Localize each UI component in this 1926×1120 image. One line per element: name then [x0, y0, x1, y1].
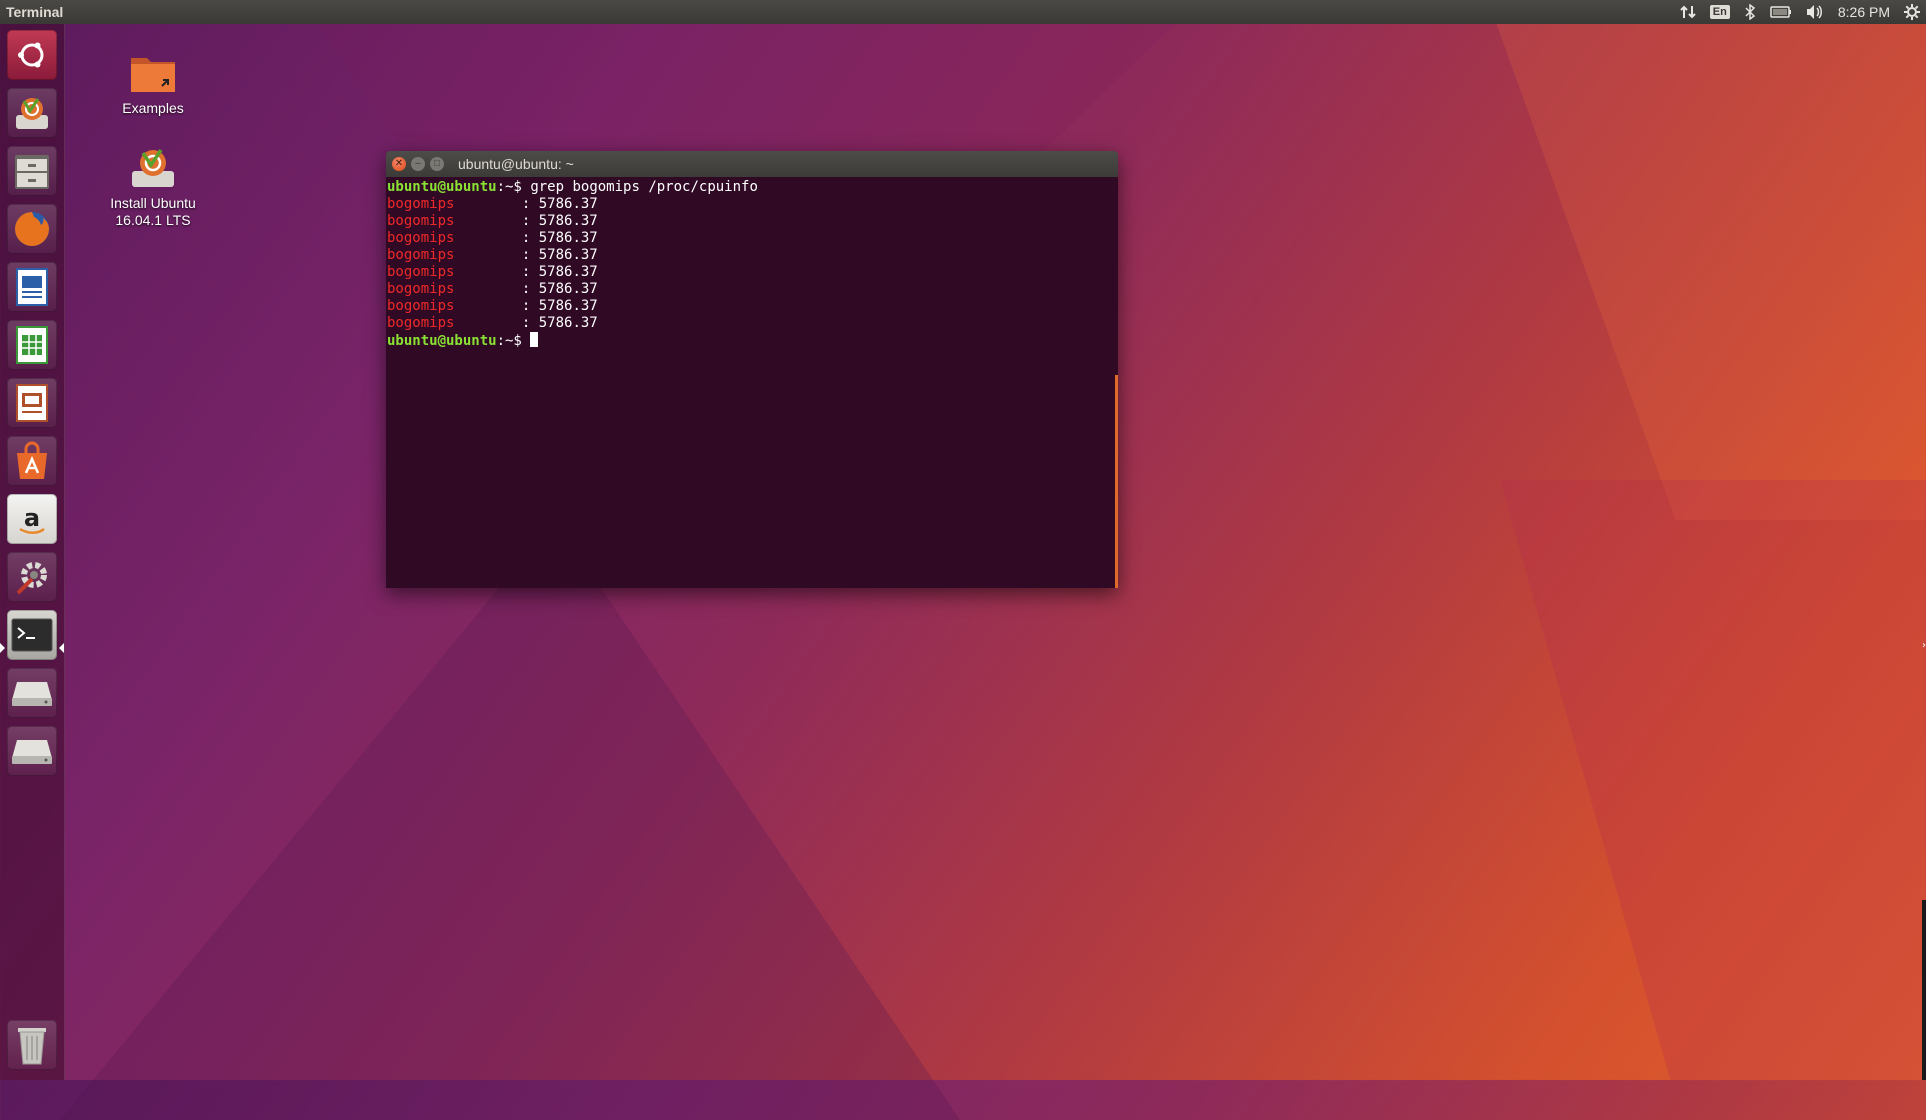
launcher-item-drive-2[interactable]: [7, 726, 57, 776]
launcher-item-terminal[interactable]: [7, 610, 57, 660]
launcher-item-amazon[interactable]: a: [7, 494, 57, 544]
terminal-window[interactable]: ✕ – □ ubuntu@ubuntu: ~ ubuntu@ubuntu:~$ …: [386, 151, 1118, 588]
launcher-item-software-center[interactable]: [7, 436, 57, 486]
grep-match-text: bogomips: [387, 213, 455, 229]
launcher-item-firefox[interactable]: [7, 204, 57, 254]
desktop-icon-label: Examples: [122, 100, 184, 116]
drive-icon: [11, 678, 53, 708]
launcher-focus-indicator: [59, 643, 64, 653]
output-value: : 5786.37: [454, 213, 598, 229]
top-panel: Terminal En 8:26 PM: [0, 0, 1926, 24]
file-cabinet-icon: [13, 151, 51, 191]
prompt-line: ubuntu@ubuntu:~$: [387, 332, 1117, 350]
svg-text:a: a: [24, 504, 40, 532]
output-value: : 5786.37: [454, 264, 598, 280]
gear-icon[interactable]: [1904, 0, 1920, 24]
active-app-title: Terminal: [6, 4, 64, 20]
launcher-item-dash-home[interactable]: [7, 30, 57, 80]
launcher-item-system-settings[interactable]: [7, 552, 57, 602]
folder-icon: [128, 50, 178, 96]
workspace-edge-arrow-icon: ›: [1922, 640, 1926, 651]
output-value: : 5786.37: [454, 247, 598, 263]
maximize-button[interactable]: □: [430, 157, 444, 171]
battery-icon[interactable]: [1770, 0, 1792, 24]
desktop-icon-examples[interactable]: Examples: [93, 50, 213, 117]
desktop-icon-label-version: 16.04.1 LTS: [115, 212, 191, 228]
trash-icon: [16, 1024, 48, 1066]
prompt-user: ubuntu@ubuntu: [387, 179, 497, 195]
grep-match-text: bogomips: [387, 264, 455, 280]
wallpaper-shape: [1500, 480, 1926, 1080]
output-value: : 5786.37: [454, 315, 598, 331]
firefox-icon: [12, 209, 52, 249]
prompt-path: :~$: [496, 333, 522, 349]
output-value: : 5786.37: [454, 298, 598, 314]
libreoffice-calc-icon: [15, 325, 49, 365]
prompt-path: :~$: [496, 179, 522, 195]
minimize-button[interactable]: –: [411, 157, 425, 171]
scrollbar[interactable]: [1115, 375, 1118, 588]
ubuntu-logo-icon: [15, 38, 49, 72]
terminal-output[interactable]: ubuntu@ubuntu:~$ grep bogomips /proc/cpu…: [386, 177, 1118, 352]
launcher-item-trash[interactable]: [7, 1020, 57, 1070]
terminal-icon: [11, 618, 53, 652]
minimize-icon: –: [415, 158, 421, 169]
installer-icon: [12, 93, 52, 133]
output-line: bogomips : 5786.37: [387, 247, 1117, 264]
bluetooth-icon[interactable]: [1744, 0, 1756, 24]
output-line: bogomips : 5786.37: [387, 213, 1117, 230]
indicator-area: En 8:26 PM: [1680, 0, 1920, 24]
wallpaper-shape: [1487, 0, 1926, 520]
ubuntu-software-icon: [12, 441, 52, 481]
installer-icon: [128, 145, 178, 191]
system-settings-icon: [12, 557, 52, 597]
output-line: bogomips : 5786.37: [387, 298, 1117, 315]
launcher-item-writer[interactable]: [7, 262, 57, 312]
output-line: bogomips : 5786.37: [387, 230, 1117, 247]
launcher-item-files[interactable]: [7, 146, 57, 196]
output-value: : 5786.37: [454, 230, 598, 246]
maximize-icon: □: [433, 158, 441, 169]
volume-icon[interactable]: [1806, 0, 1824, 24]
window-title: ubuntu@ubuntu: ~: [458, 156, 574, 172]
launcher-item-impress[interactable]: [7, 378, 57, 428]
output-line: bogomips : 5786.37: [387, 281, 1117, 298]
launcher: a: [0, 24, 65, 1080]
command-line: ubuntu@ubuntu:~$ grep bogomips /proc/cpu…: [387, 179, 1117, 196]
desktop-icon-install-ubuntu[interactable]: Install Ubuntu 16.04.1 LTS: [93, 145, 213, 229]
grep-match-text: bogomips: [387, 315, 455, 331]
output-line: bogomips : 5786.37: [387, 264, 1117, 281]
grep-match-text: bogomips: [387, 230, 455, 246]
grep-match-text: bogomips: [387, 298, 455, 314]
prompt-user: ubuntu@ubuntu: [387, 333, 497, 349]
close-icon: ✕: [394, 158, 404, 169]
clock[interactable]: 8:26 PM: [1838, 0, 1890, 24]
output-value: : 5786.37: [454, 196, 598, 212]
amazon-icon: a: [12, 499, 52, 539]
wallpaper-shape: [60, 520, 960, 1120]
libreoffice-impress-icon: [15, 383, 49, 423]
output-line: bogomips : 5786.37: [387, 315, 1117, 332]
close-button[interactable]: ✕: [392, 157, 406, 171]
drive-icon: [11, 736, 53, 766]
launcher-item-calc[interactable]: [7, 320, 57, 370]
screen-edge-strip: [1922, 900, 1926, 1080]
output-value: : 5786.37: [454, 281, 598, 297]
launcher-item-install-ubuntu[interactable]: [7, 88, 57, 138]
launcher-active-indicator: [0, 643, 5, 653]
grep-match-text: bogomips: [387, 196, 455, 212]
command-text: grep bogomips /proc/cpuinfo: [530, 179, 758, 195]
libreoffice-writer-icon: [15, 267, 49, 307]
keyboard-layout-indicator[interactable]: En: [1709, 5, 1730, 19]
desktop-icon-label: Install Ubuntu: [110, 195, 196, 211]
output-line: bogomips : 5786.37: [387, 196, 1117, 213]
grep-match-text: bogomips: [387, 247, 455, 263]
grep-match-text: bogomips: [387, 281, 455, 297]
network-icon[interactable]: [1680, 0, 1696, 24]
window-titlebar[interactable]: ✕ – □ ubuntu@ubuntu: ~: [386, 151, 1118, 177]
text-cursor: [530, 332, 539, 347]
launcher-item-drive-1[interactable]: [7, 668, 57, 718]
